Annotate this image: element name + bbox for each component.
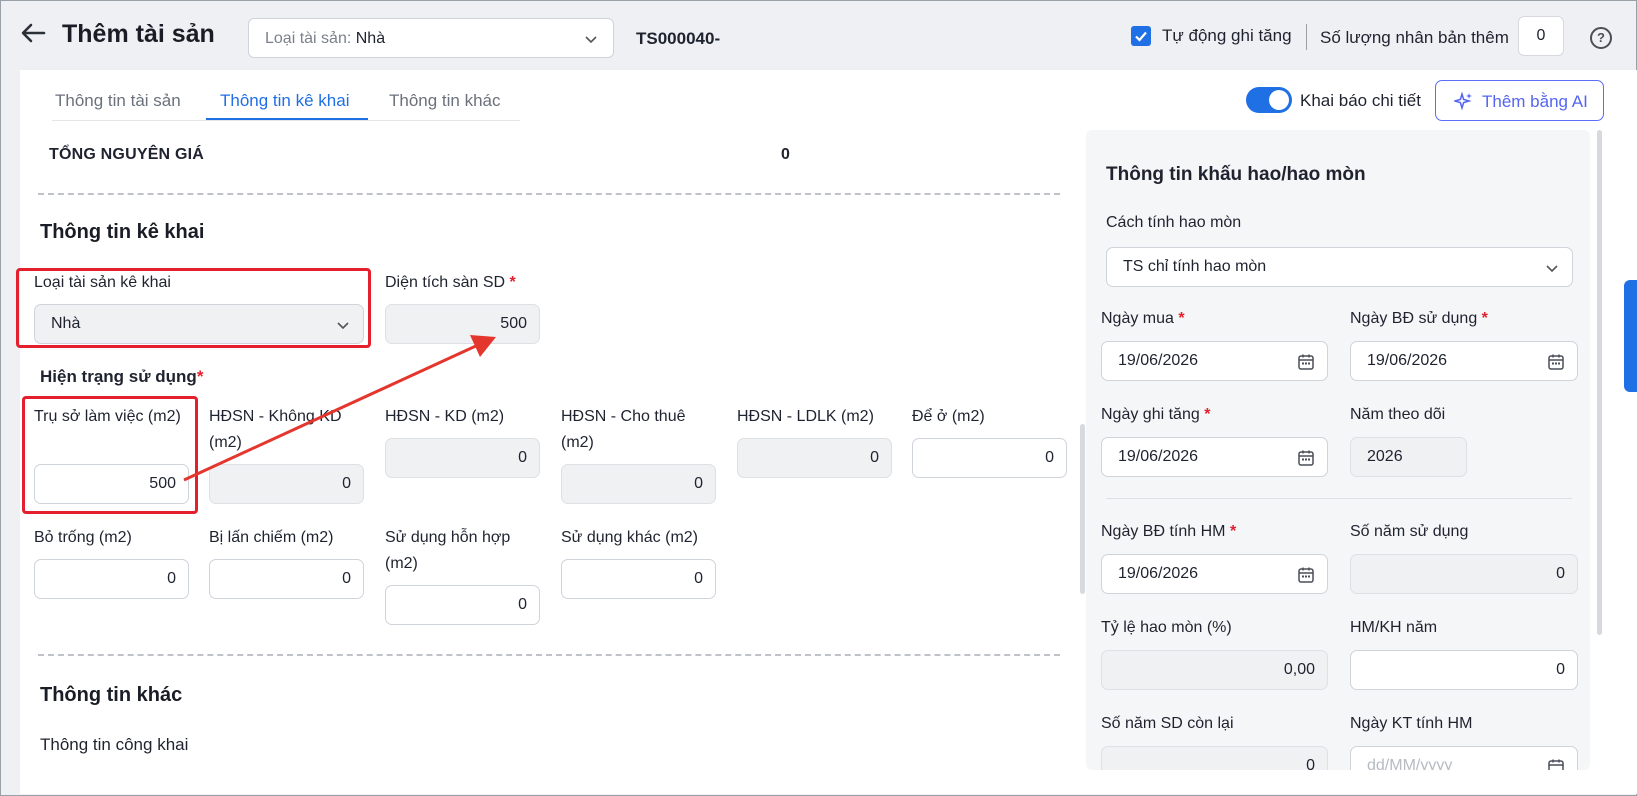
remaining-years-input[interactable]: 0 <box>1101 746 1328 770</box>
sparkle-icon <box>1454 91 1472 111</box>
usage-input-rental[interactable]: 0 <box>561 464 716 504</box>
usage-input-jointventure[interactable]: 0 <box>737 438 892 478</box>
usage-heading: Hiện trạng sử dụng* <box>40 367 204 386</box>
copy-qty-input[interactable]: 0 <box>1518 16 1564 56</box>
chevron-down-icon <box>337 322 349 330</box>
copy-qty-label: Số lượng nhân bản thêm <box>1320 28 1509 47</box>
purchase-date-input[interactable]: 19/06/2026 <box>1101 341 1328 381</box>
annual-dep-label: HM/KH năm <box>1350 619 1438 636</box>
help-icon[interactable]: ? <box>1590 27 1612 49</box>
calendar-icon[interactable] <box>1297 353 1315 371</box>
use-start-date-input[interactable]: 19/06/2026 <box>1350 341 1578 381</box>
calendar-icon[interactable] <box>1297 566 1315 584</box>
years-of-use-label: Số năm sử dụng <box>1350 523 1469 540</box>
header-divider <box>1306 24 1307 50</box>
usage-label-other: Sử dụng khác (m2) <box>561 529 698 546</box>
tab-asset-info[interactable]: Thông tin tài sản <box>55 91 181 111</box>
usage-label-vacant: Bỏ trống (m2) <box>34 529 132 546</box>
asset-type-select-label: Loại tài sản: <box>265 30 352 47</box>
depreciation-title: Thông tin khấu hao/hao mòn <box>1106 164 1366 185</box>
remaining-years-label: Số năm SD còn lại <box>1101 715 1234 732</box>
usage-label-business: HĐSN - KD (m2) <box>385 408 505 425</box>
add-with-ai-label: Thêm bằng AI <box>1482 92 1588 111</box>
detail-toggle[interactable] <box>1246 87 1292 113</box>
dep-rate-label: Tỷ lệ hao mòn (%) <box>1101 619 1232 636</box>
tracking-year-label: Năm theo dõi <box>1350 406 1446 423</box>
auto-increase-checkbox[interactable] <box>1131 26 1151 46</box>
dep-method-value: TS chỉ tính hao mòn <box>1123 258 1267 275</box>
usage-label-nonbusiness: HĐSN - Không KD (m2) <box>209 408 342 451</box>
other-info-heading: Thông tin khác <box>40 684 183 706</box>
dep-end-date-input[interactable]: dd/MM/yyyy <box>1350 746 1578 770</box>
calendar-icon[interactable] <box>1297 449 1315 467</box>
side-collapse-tab[interactable] <box>1624 280 1637 392</box>
declare-type-select[interactable]: Nhà <box>34 304 364 344</box>
dep-separator <box>1106 498 1572 499</box>
asset-type-select[interactable]: Loại tài sản: Nhà <box>248 18 614 58</box>
add-with-ai-button[interactable]: Thêm bằng AI <box>1435 80 1604 121</box>
floor-area-label: Diện tích sàn SD * <box>385 274 516 291</box>
total-cost-value: 0 <box>781 146 790 163</box>
checkmark-icon <box>1135 31 1147 42</box>
public-info-label: Thông tin công khai <box>40 735 189 754</box>
floor-area-input[interactable]: 500 <box>385 304 540 344</box>
tab-other-info[interactable]: Thông tin khác <box>389 91 501 111</box>
usage-label-office: Trụ sở làm việc (m2) <box>34 408 181 425</box>
calendar-icon[interactable] <box>1547 353 1565 371</box>
usage-label-jointventure: HĐSN - LDLK (m2) <box>737 408 874 425</box>
chevron-down-icon <box>1546 265 1558 273</box>
detail-toggle-label: Khai báo chi tiết <box>1300 91 1421 110</box>
use-start-date-label: Ngày BĐ sử dụng * <box>1350 310 1488 327</box>
tabs-baseline <box>52 120 520 121</box>
total-cost-label: TỔNG NGUYÊN GIÁ <box>49 146 205 163</box>
usage-input-mixed[interactable]: 0 <box>385 585 540 625</box>
increase-date-label: Ngày ghi tăng * <box>1101 406 1211 423</box>
usage-input-other[interactable]: 0 <box>561 559 716 599</box>
calendar-icon[interactable] <box>1547 758 1565 770</box>
asset-type-select-value: Nhà <box>355 30 386 47</box>
usage-label-encroached: Bị lấn chiếm (m2) <box>209 529 334 546</box>
increase-date-input[interactable]: 19/06/2026 <box>1101 437 1328 477</box>
chevron-down-icon <box>585 36 597 44</box>
usage-label-housing: Để ở (m2) <box>912 408 985 425</box>
usage-input-housing[interactable]: 0 <box>912 438 1067 478</box>
section-divider <box>38 193 1060 195</box>
dep-method-select[interactable]: TS chỉ tính hao mòn <box>1106 247 1573 287</box>
dep-start-date-label: Ngày BĐ tính HM * <box>1101 523 1237 540</box>
auto-increase-label: Tự động ghi tăng <box>1162 26 1292 45</box>
usage-input-vacant[interactable]: 0 <box>34 559 189 599</box>
purchase-date-label: Ngày mua * <box>1101 310 1185 327</box>
usage-input-encroached[interactable]: 0 <box>209 559 364 599</box>
years-of-use-input[interactable]: 0 <box>1350 554 1578 594</box>
declare-type-label: Loại tài sản kê khai <box>34 274 171 291</box>
page-title: Thêm tài sản <box>62 20 215 48</box>
dep-start-date-input[interactable]: 19/06/2026 <box>1101 554 1328 594</box>
declare-heading: Thông tin kê khai <box>40 221 205 243</box>
right-panel-scrollbar[interactable] <box>1597 130 1602 635</box>
main-scrollbar[interactable] <box>1080 424 1085 594</box>
usage-input-business[interactable]: 0 <box>385 438 540 478</box>
active-tab-indicator <box>206 118 368 120</box>
back-arrow-icon[interactable] <box>20 20 46 46</box>
tracking-year-input[interactable]: 2026 <box>1350 437 1467 477</box>
remaining-years-clip: 0 <box>1101 746 1328 770</box>
tab-declare-info[interactable]: Thông tin kê khai <box>220 91 349 111</box>
dep-method-label: Cách tính hao mòn <box>1106 214 1242 231</box>
dep-rate-input[interactable]: 0,00 <box>1101 650 1328 690</box>
dep-end-date-clip: dd/MM/yyyy <box>1350 746 1578 770</box>
usage-label-mixed: Sử dụng hỗn hợp (m2) <box>385 529 511 572</box>
annual-dep-input[interactable]: 0 <box>1350 650 1578 690</box>
section-divider <box>38 654 1060 656</box>
usage-input-nonbusiness[interactable]: 0 <box>209 464 364 504</box>
declare-type-value: Nhà <box>51 315 81 332</box>
usage-input-office[interactable]: 500 <box>34 464 189 504</box>
asset-code: TS000040- <box>636 29 721 48</box>
dep-end-date-label: Ngày KT tính HM <box>1350 715 1473 732</box>
usage-label-rental: HĐSN - Cho thuê (m2) <box>561 408 686 451</box>
